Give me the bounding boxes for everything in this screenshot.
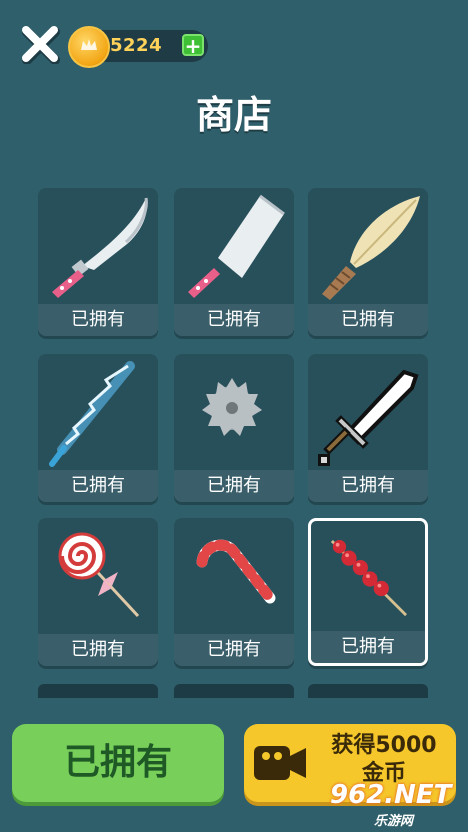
- item-status: 已拥有: [308, 304, 428, 336]
- video-camera-icon: [254, 746, 306, 780]
- shop-item-peek: [174, 684, 294, 698]
- item-status: 已拥有: [38, 634, 158, 666]
- close-x-icon: [22, 26, 60, 65]
- lightning-sword-icon: [49, 361, 135, 467]
- item-status: 已拥有: [308, 470, 428, 502]
- shop-item-saw-blade[interactable]: 已拥有: [174, 354, 294, 502]
- item-status: 已拥有: [38, 304, 158, 336]
- candy-cane-icon: [196, 539, 276, 604]
- candied-haws-icon: [330, 539, 408, 617]
- shop-item-lightning-sword[interactable]: 已拥有: [38, 354, 158, 502]
- shop-item-kitchen-knife[interactable]: 已拥有: [38, 188, 158, 336]
- shop-item-peek: [308, 684, 428, 698]
- page-title: 商店: [195, 93, 272, 137]
- watermark-main: 962.NET: [330, 780, 452, 810]
- item-status: 已拥有: [174, 304, 294, 336]
- gold-coin-icon: [68, 26, 110, 68]
- watermark-sub: 乐游网: [374, 814, 414, 829]
- shop-item-lollipop[interactable]: 已拥有: [38, 518, 158, 666]
- shop-item-candy-cane[interactable]: 已拥有: [174, 518, 294, 666]
- reward-label-line1: 获得5000: [331, 733, 437, 758]
- item-status: 已拥有: [38, 470, 158, 502]
- cleaver-icon: [188, 194, 285, 298]
- item-status: 已拥有: [311, 631, 425, 663]
- saw-blade-icon: [202, 378, 262, 436]
- shop-item-pixel-sword[interactable]: 已拥有: [308, 354, 428, 502]
- site-watermark: 962.NET 乐游网: [330, 780, 462, 829]
- item-status: 已拥有: [174, 634, 294, 666]
- close-button[interactable]: [20, 24, 60, 65]
- item-status: 已拥有: [174, 470, 294, 502]
- owned-button[interactable]: 已拥有: [12, 724, 224, 802]
- leaf-dagger-icon: [322, 196, 420, 300]
- pixel-sword-icon: [318, 369, 419, 466]
- add-coins-button[interactable]: +: [182, 34, 204, 56]
- shop-item-leaf-dagger[interactable]: 已拥有: [308, 188, 428, 336]
- shop-item-peek: [38, 684, 158, 698]
- kitchen-knife-icon: [52, 197, 148, 298]
- shop-item-cleaver[interactable]: 已拥有: [174, 188, 294, 336]
- coin-count: 5224: [110, 35, 163, 56]
- coin-balance: 5224 +: [68, 26, 208, 68]
- plus-icon: +: [184, 34, 202, 58]
- lollipop-icon: [58, 532, 140, 618]
- shop-item-candied-haws[interactable]: 已拥有: [308, 518, 428, 666]
